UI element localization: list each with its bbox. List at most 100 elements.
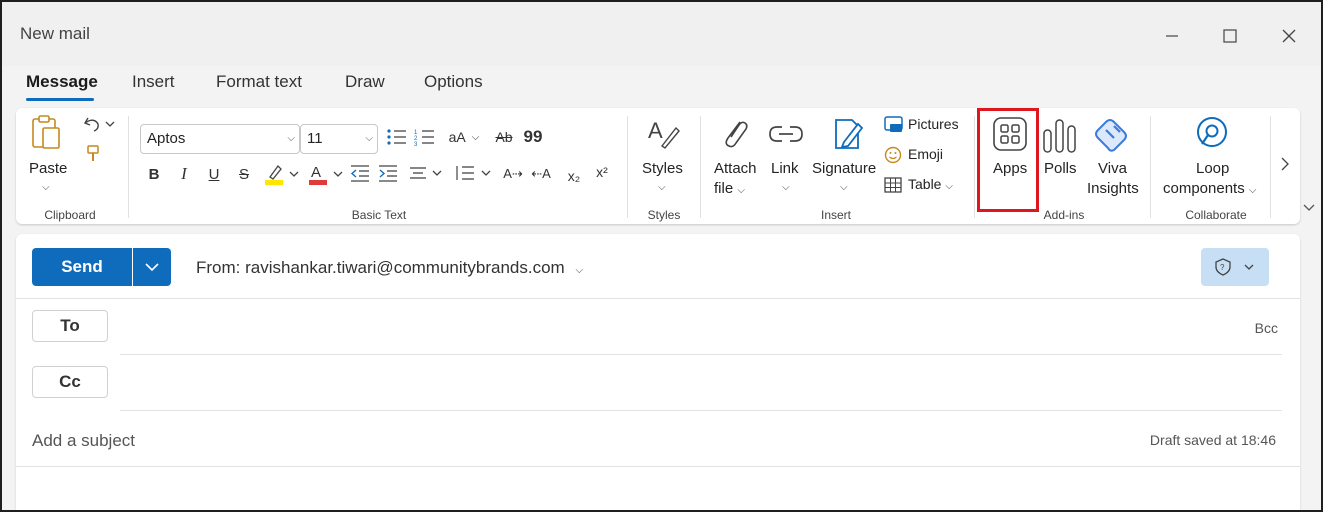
separator bbox=[1150, 116, 1151, 218]
tab-draw[interactable]: Draw bbox=[345, 72, 385, 92]
polls-icon bbox=[1043, 119, 1076, 153]
tab-message[interactable]: Message bbox=[26, 72, 98, 92]
from-selector[interactable]: From: ravishankar.tiwari@communitybrands… bbox=[196, 258, 583, 278]
viva-label: Viva bbox=[1098, 160, 1127, 177]
font-size-combo[interactable]: 11 ⌵ bbox=[300, 124, 378, 154]
active-tab-indicator bbox=[26, 98, 94, 101]
to-field-underline bbox=[120, 354, 1282, 355]
subscript-icon[interactable]: x₂ bbox=[564, 164, 584, 188]
chevron-down-icon: ⌵ bbox=[365, 133, 373, 144]
separator bbox=[627, 116, 628, 218]
chevron-down-icon bbox=[1244, 264, 1254, 270]
clipboard-icon bbox=[32, 115, 60, 149]
pictures-label: Pictures bbox=[908, 116, 959, 132]
attach-label: Attach bbox=[714, 160, 757, 177]
text-direction-ltr-icon[interactable]: A⇢ bbox=[502, 162, 524, 186]
apps-highlight-annotation bbox=[977, 108, 1039, 212]
viva-insights-button[interactable]: Viva Insights bbox=[1084, 114, 1140, 200]
viva-insights-icon bbox=[1095, 119, 1127, 152]
minimize-button[interactable] bbox=[1157, 22, 1187, 50]
chevron-down-icon: ⌵ bbox=[575, 265, 584, 276]
tab-options[interactable]: Options bbox=[424, 72, 483, 92]
ribbon-expand-icon[interactable] bbox=[1302, 202, 1316, 214]
line-spacing-icon[interactable] bbox=[454, 164, 494, 182]
new-mail-window: New mail Message Insert Format text Draw… bbox=[0, 0, 1323, 512]
basic-text-group-label: Basic Text bbox=[351, 208, 407, 222]
components-label: components ⌵ bbox=[1163, 180, 1257, 197]
divider bbox=[16, 466, 1300, 467]
chevron-down-icon: ⌵ bbox=[658, 182, 666, 193]
paste-label: Paste bbox=[29, 160, 68, 177]
send-button[interactable]: Send bbox=[32, 248, 132, 286]
chevron-down-icon bbox=[145, 263, 159, 272]
paperclip-icon bbox=[725, 121, 748, 148]
svg-text:?: ? bbox=[1220, 263, 1225, 272]
insights-label: Insights bbox=[1087, 180, 1139, 197]
separator bbox=[974, 116, 975, 218]
close-button[interactable] bbox=[1274, 22, 1304, 50]
add-ins-group-label: Add-ins bbox=[1043, 208, 1085, 222]
send-options-button[interactable] bbox=[133, 248, 171, 286]
align-icon[interactable] bbox=[409, 164, 445, 182]
svg-text:A: A bbox=[648, 118, 663, 143]
styles-label: Styles bbox=[642, 160, 683, 177]
ribbon: Paste ⌵ Clipboard Aptos ⌵ 11 ⌵ 1 2 3 aA … bbox=[16, 108, 1300, 224]
styles-button[interactable]: A Styles ⌵ bbox=[638, 114, 688, 200]
subject-input[interactable]: Add a subject bbox=[32, 431, 135, 451]
attach-file-button[interactable]: Attach file ⌵ bbox=[710, 114, 762, 200]
quote-icon[interactable]: 99 bbox=[522, 126, 544, 148]
emoji-button[interactable]: Emoji bbox=[884, 144, 968, 166]
link-label: Link bbox=[771, 160, 799, 177]
chevron-down-icon: ⌵ bbox=[287, 133, 295, 144]
undo-icon[interactable] bbox=[82, 114, 116, 134]
tab-format-text[interactable]: Format text bbox=[216, 72, 302, 92]
text-direction-rtl-icon[interactable]: ⇠A bbox=[530, 162, 552, 186]
table-label: Table ⌵ bbox=[908, 176, 953, 192]
divider bbox=[16, 298, 1300, 299]
table-button[interactable]: Table ⌵ bbox=[884, 174, 968, 196]
bcc-link[interactable]: Bcc bbox=[1255, 320, 1278, 336]
font-name-combo[interactable]: Aptos ⌵ bbox=[140, 124, 300, 154]
loop-components-button[interactable]: Loop components ⌵ bbox=[1160, 114, 1260, 200]
paste-dropdown-icon: ⌵ bbox=[42, 182, 50, 193]
increase-indent-icon[interactable] bbox=[378, 164, 398, 182]
maximize-button[interactable] bbox=[1215, 22, 1245, 50]
format-painter-icon[interactable] bbox=[86, 144, 100, 164]
strikethrough-icon[interactable]: S bbox=[234, 162, 254, 186]
decrease-indent-icon[interactable] bbox=[350, 164, 370, 182]
styles-group-label: Styles bbox=[647, 208, 681, 222]
paste-button[interactable]: Paste ⌵ bbox=[24, 112, 74, 198]
styles-icon: A bbox=[648, 118, 680, 149]
polls-label: Polls bbox=[1044, 160, 1077, 177]
font-size-value: 11 bbox=[307, 130, 323, 147]
font-size-decrease-icon[interactable]: aA ⌵ bbox=[444, 126, 484, 148]
bold-icon[interactable]: B bbox=[144, 162, 164, 186]
cc-button[interactable]: Cc bbox=[32, 366, 108, 398]
signature-button[interactable]: Signature ⌵ bbox=[812, 114, 878, 200]
title-bar: New mail bbox=[2, 2, 1321, 66]
separator bbox=[1270, 116, 1271, 218]
tab-insert[interactable]: Insert bbox=[132, 72, 175, 92]
polls-button[interactable]: Polls bbox=[1040, 114, 1082, 200]
clipboard-group-label: Clipboard bbox=[44, 208, 96, 222]
separator bbox=[700, 116, 701, 218]
link-button[interactable]: Link ⌵ bbox=[768, 114, 804, 200]
emoji-label: Emoji bbox=[908, 146, 944, 162]
to-button[interactable]: To bbox=[32, 310, 108, 342]
bullets-icon[interactable] bbox=[386, 128, 408, 146]
font-color-icon[interactable]: A bbox=[308, 162, 348, 186]
underline-icon[interactable]: U bbox=[204, 162, 224, 186]
numbering-icon[interactable]: 1 2 3 bbox=[414, 128, 436, 146]
clear-formatting-icon[interactable]: Ab bbox=[493, 126, 515, 148]
chevron-down-icon: ⌵ bbox=[782, 182, 790, 193]
minimize-icon bbox=[1166, 35, 1178, 37]
collaborate-group-label: Collaborate bbox=[1185, 208, 1247, 222]
chevron-right-icon[interactable] bbox=[1278, 156, 1292, 172]
italic-icon[interactable]: I bbox=[174, 162, 194, 186]
table-icon bbox=[884, 177, 902, 193]
pictures-button[interactable]: Pictures bbox=[884, 114, 968, 136]
superscript-icon[interactable]: x² bbox=[592, 160, 612, 184]
highlighter-icon[interactable] bbox=[264, 162, 304, 186]
sensitivity-button[interactable]: ? bbox=[1201, 248, 1269, 286]
loop-label: Loop bbox=[1196, 160, 1230, 177]
